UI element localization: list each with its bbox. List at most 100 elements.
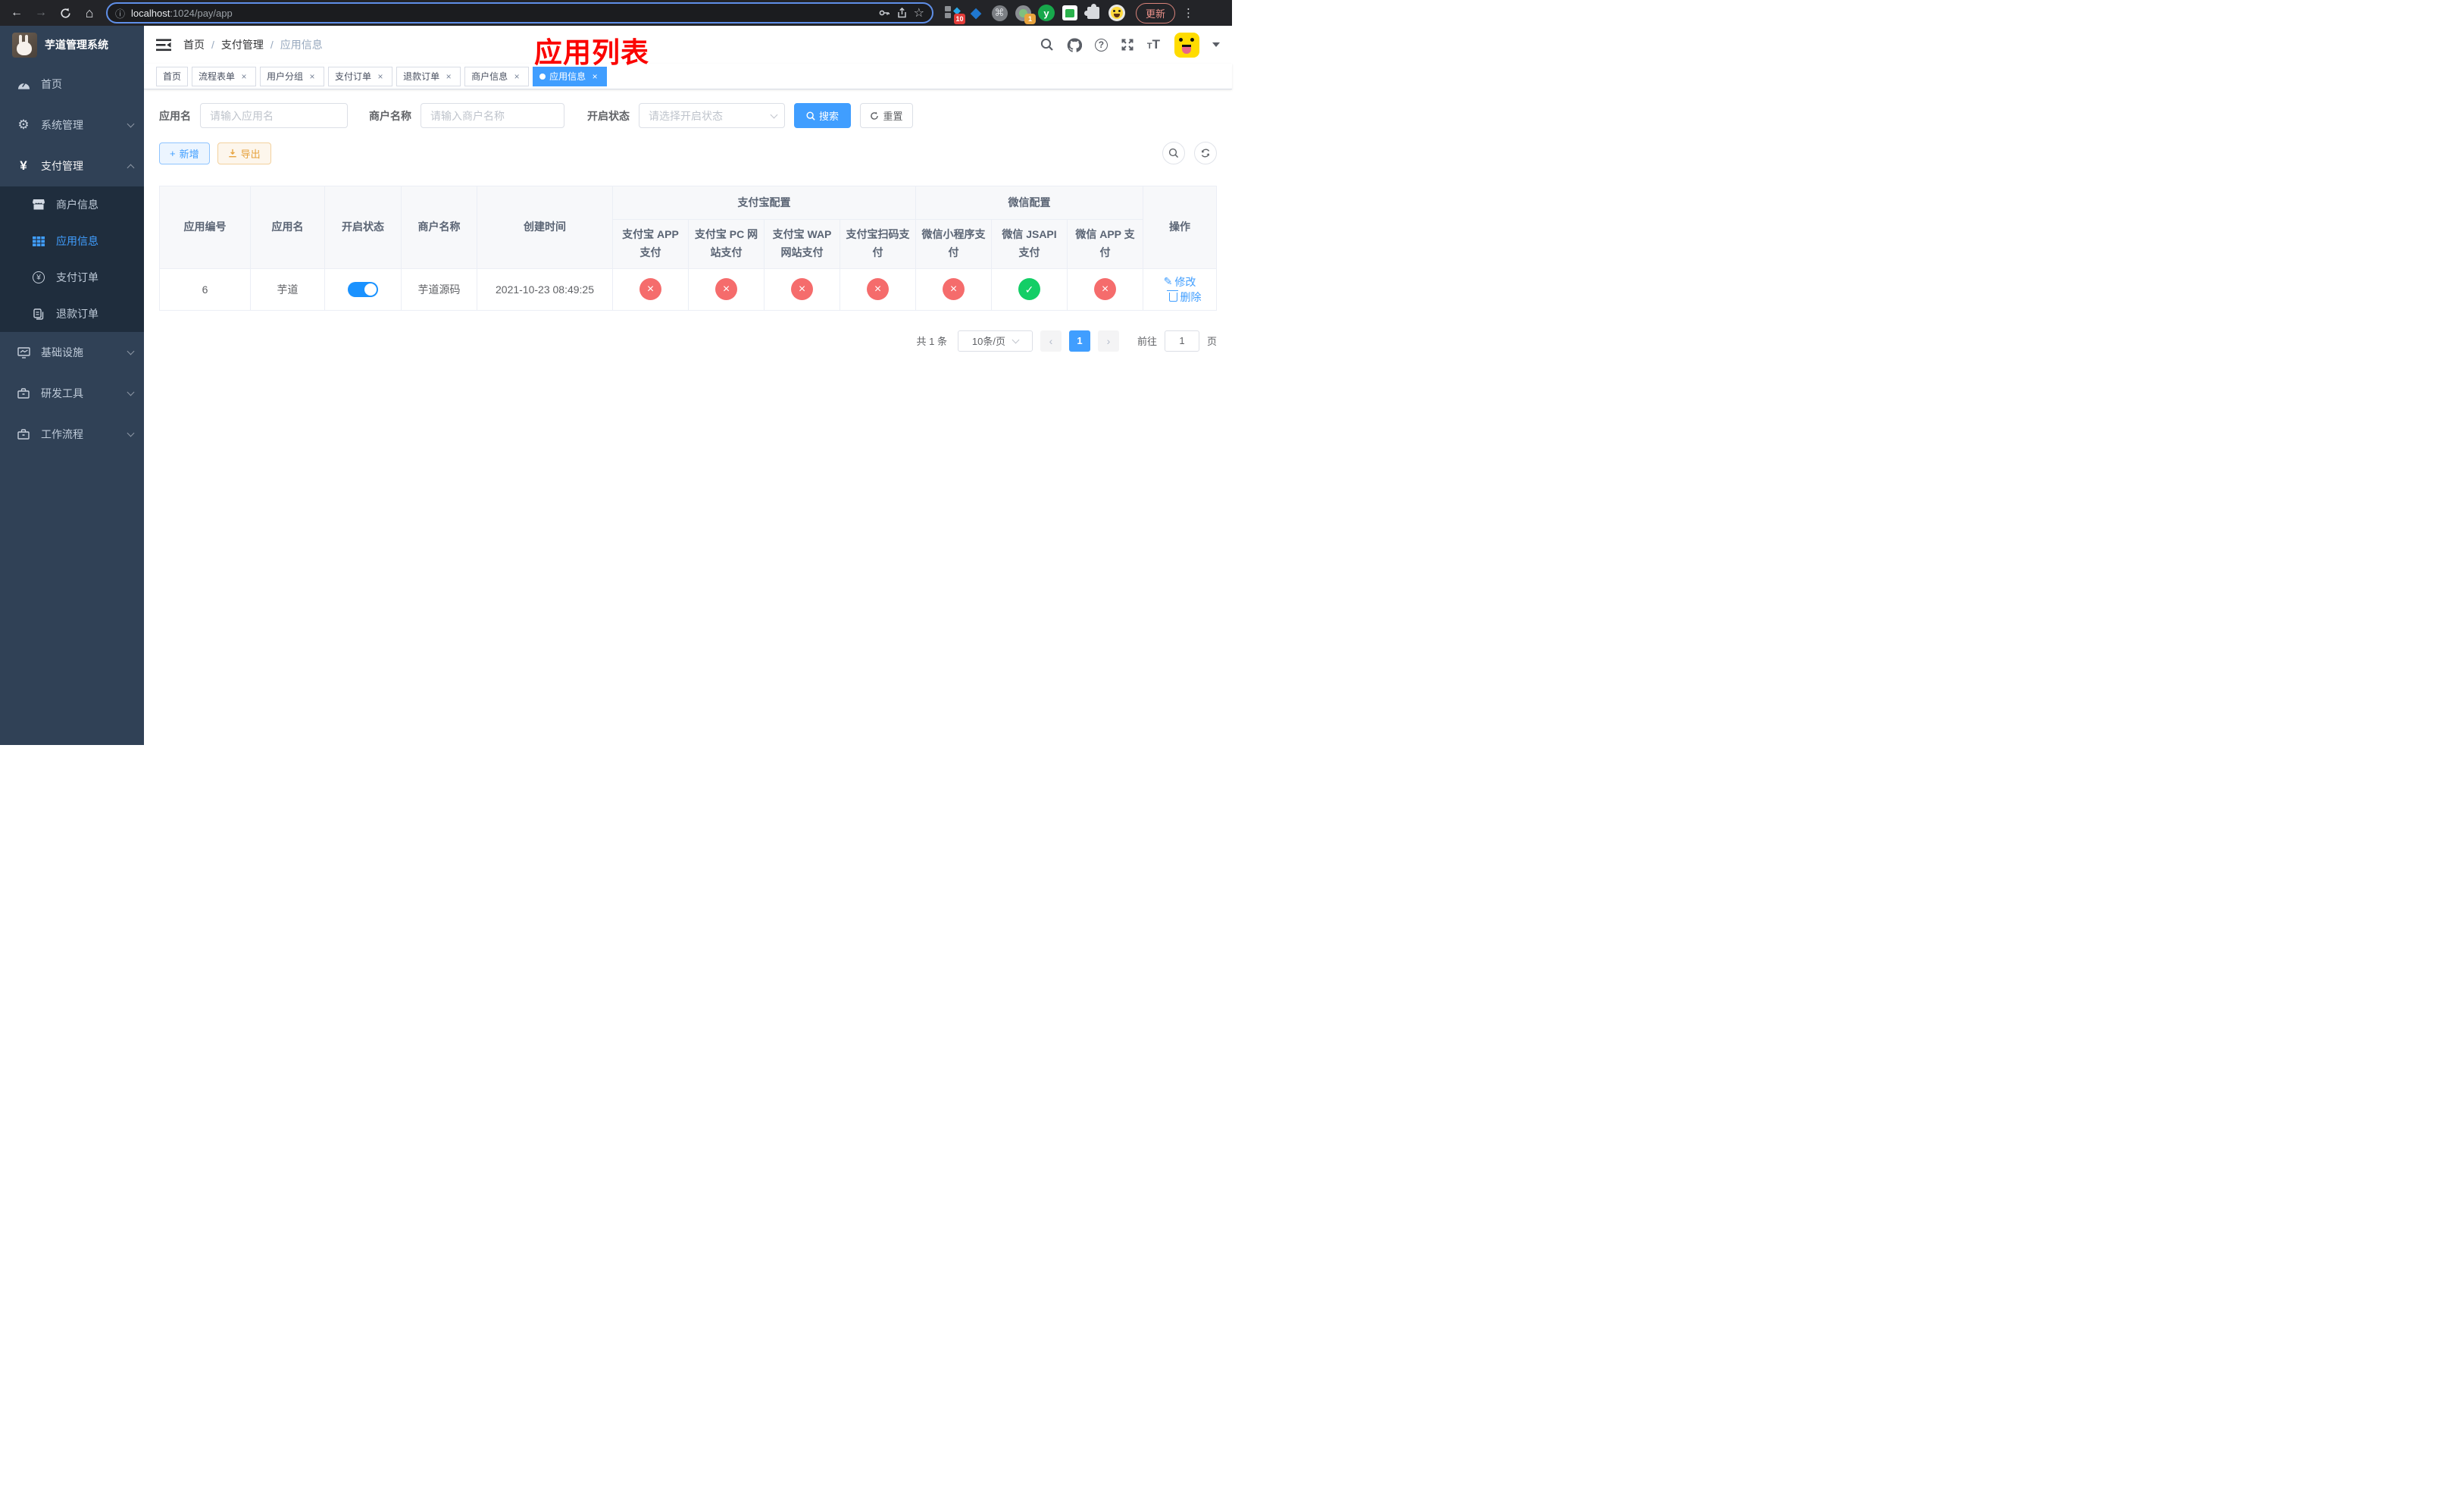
tab-home[interactable]: 首页 bbox=[156, 66, 189, 86]
breadcrumb-payment[interactable]: 支付管理 bbox=[221, 37, 264, 52]
page-size-select[interactable]: 10条/页 bbox=[957, 330, 1033, 352]
tab-user-group[interactable]: 用户分组 × bbox=[260, 66, 325, 86]
edit-icon: ✎ bbox=[1163, 275, 1173, 288]
sidebar-item-refund-orders[interactable]: 退款订单 bbox=[0, 296, 144, 332]
extensions-puzzle-icon[interactable] bbox=[1084, 4, 1102, 21]
url-text: localhost:1024/pay/app bbox=[131, 7, 233, 19]
browser-back-button[interactable]: ← bbox=[6, 2, 27, 23]
chrome-update-button[interactable]: 更新 bbox=[1136, 2, 1176, 23]
next-page-button[interactable]: › bbox=[1097, 330, 1119, 352]
close-icon[interactable]: × bbox=[307, 71, 317, 82]
breadcrumb-home[interactable]: 首页 bbox=[183, 37, 205, 52]
github-icon[interactable] bbox=[1067, 37, 1082, 52]
goto-page-input[interactable] bbox=[1164, 330, 1199, 352]
close-icon[interactable]: × bbox=[511, 71, 522, 82]
close-icon[interactable]: × bbox=[375, 71, 386, 82]
grid-table-icon bbox=[32, 236, 45, 246]
export-button[interactable]: 导出 bbox=[217, 142, 271, 164]
status-toggle[interactable] bbox=[348, 281, 378, 297]
grid-square-icon bbox=[945, 6, 951, 11]
reset-button[interactable]: 重置 bbox=[860, 103, 913, 128]
page-1-button[interactable]: 1 bbox=[1068, 330, 1090, 352]
breadcrumb: 首页 / 支付管理 / 应用信息 bbox=[183, 37, 323, 52]
user-avatar[interactable] bbox=[1174, 32, 1199, 58]
col-alipay-pc: 支付宝 PC 网站支付 bbox=[688, 219, 765, 269]
extension-chat-icon[interactable] bbox=[1062, 5, 1078, 21]
extensions-area: ◆ 10 ◆ ⌘ 1 y bbox=[944, 4, 1125, 24]
chevron-down-icon bbox=[770, 111, 778, 118]
tab-pay-orders[interactable]: 支付订单 × bbox=[328, 66, 393, 86]
browser-reload-button[interactable] bbox=[55, 2, 76, 23]
extension-y-icon[interactable]: y bbox=[1038, 5, 1055, 21]
sidebar-item-pay-orders[interactable]: ¥ 支付订单 bbox=[0, 259, 144, 296]
table-toolbar: + 新增 导出 bbox=[159, 142, 1217, 164]
extension-gem-icon[interactable]: ◆ bbox=[968, 5, 984, 21]
sidebar-item-system[interactable]: ⚙ 系统管理 bbox=[0, 105, 144, 146]
search-icon bbox=[806, 111, 815, 121]
sidebar-item-infra[interactable]: 基础设施 bbox=[0, 332, 144, 373]
extension-badge: 1 bbox=[1024, 14, 1036, 24]
close-icon[interactable]: × bbox=[239, 71, 249, 82]
extension-command-icon[interactable]: ⌘ bbox=[991, 5, 1008, 21]
sidebar-item-app-info[interactable]: 应用信息 bbox=[0, 223, 144, 259]
close-icon[interactable]: × bbox=[589, 71, 600, 82]
chevron-down-icon bbox=[127, 120, 135, 128]
chevron-down-icon bbox=[127, 429, 135, 437]
puzzle-icon bbox=[1084, 4, 1099, 19]
col-wechat-jsapi: 微信 JSAPI 支付 bbox=[991, 219, 1068, 269]
share-icon[interactable] bbox=[896, 7, 908, 19]
edit-link[interactable]: ✎ 修改 bbox=[1164, 274, 1196, 290]
app-logo-row[interactable]: 芋道管理系统 bbox=[0, 26, 144, 64]
search-icon[interactable] bbox=[1040, 38, 1054, 52]
prev-page-button[interactable]: ‹ bbox=[1040, 330, 1062, 352]
sidebar: 芋道管理系统 首页 ⚙ 系统管理 ¥ 支付管理 商户信息 应用信息 ¥ 支付订单… bbox=[0, 26, 144, 745]
bookmark-star-icon[interactable]: ☆ bbox=[914, 5, 924, 20]
col-app-id: 应用编号 bbox=[159, 186, 251, 269]
sidebar-item-payment[interactable]: ¥ 支付管理 bbox=[0, 146, 144, 186]
fullscreen-icon[interactable] bbox=[1121, 38, 1134, 52]
merchant-name-label: 商户名称 bbox=[369, 109, 411, 122]
browser-forward-button[interactable]: → bbox=[30, 2, 52, 23]
sidebar-collapse-icon[interactable] bbox=[156, 39, 171, 52]
merchant-name-input[interactable] bbox=[421, 103, 564, 128]
active-dot bbox=[539, 73, 546, 80]
toggle-search-button[interactable] bbox=[1162, 142, 1185, 164]
tab-merchant-info[interactable]: 商户信息 × bbox=[464, 66, 530, 86]
command-icon: ⌘ bbox=[991, 5, 1008, 21]
close-icon[interactable]: × bbox=[443, 71, 454, 82]
pagination: 共 1 条 10条/页 ‹ 1 › 前往 页 bbox=[159, 330, 1217, 352]
sidebar-item-merchant-info[interactable]: 商户信息 bbox=[0, 186, 144, 223]
password-key-icon[interactable] bbox=[878, 7, 890, 19]
group-wechat-config: 微信配置 bbox=[915, 186, 1143, 220]
site-info-icon[interactable]: ⓘ bbox=[115, 6, 125, 20]
extension-recorder-icon[interactable]: 1 bbox=[1015, 5, 1036, 24]
address-bar[interactable]: ⓘ localhost:1024/pay/app ☆ bbox=[106, 2, 933, 23]
group-alipay-config: 支付宝配置 bbox=[612, 186, 916, 220]
search-button[interactable]: 搜索 bbox=[794, 103, 851, 128]
avatar-caret-icon[interactable] bbox=[1212, 42, 1220, 47]
add-button[interactable]: + 新增 bbox=[159, 142, 210, 164]
col-alipay-qr: 支付宝扫码支付 bbox=[840, 219, 916, 269]
profile-avatar[interactable] bbox=[1108, 5, 1125, 21]
app-table: 应用编号 应用名 开启状态 商户名称 创建时间 支付宝配置 微信配置 操作 支付… bbox=[159, 186, 1217, 311]
browser-home-button[interactable]: ⌂ bbox=[79, 2, 100, 23]
tab-process-form[interactable]: 流程表单 × bbox=[192, 66, 257, 86]
delete-link[interactable]: 删除 bbox=[1167, 290, 1202, 305]
sidebar-item-workflow[interactable]: 工作流程 bbox=[0, 414, 144, 455]
chevron-down-icon bbox=[1012, 336, 1020, 344]
sidebar-item-dev-tools[interactable]: 研发工具 bbox=[0, 373, 144, 414]
refresh-icon bbox=[1201, 149, 1210, 158]
plus-icon: + bbox=[170, 147, 176, 159]
total-count: 共 1 条 bbox=[916, 336, 947, 348]
help-icon[interactable]: ? bbox=[1094, 38, 1108, 52]
sidebar-item-home[interactable]: 首页 bbox=[0, 64, 144, 105]
font-size-icon[interactable]: TT bbox=[1147, 37, 1160, 52]
tab-refund-orders[interactable]: 退款订单 × bbox=[396, 66, 461, 86]
extension-grid-icon[interactable]: ◆ 10 bbox=[944, 5, 965, 24]
app-name-input[interactable] bbox=[200, 103, 348, 128]
browser-menu-icon[interactable]: ⋮ bbox=[1183, 6, 1194, 20]
refresh-table-button[interactable] bbox=[1194, 142, 1217, 164]
status-select[interactable]: 请选择开启状态 bbox=[639, 103, 785, 128]
breadcrumb-current: 应用信息 bbox=[280, 39, 323, 51]
home-icon: ⌂ bbox=[85, 5, 94, 20]
